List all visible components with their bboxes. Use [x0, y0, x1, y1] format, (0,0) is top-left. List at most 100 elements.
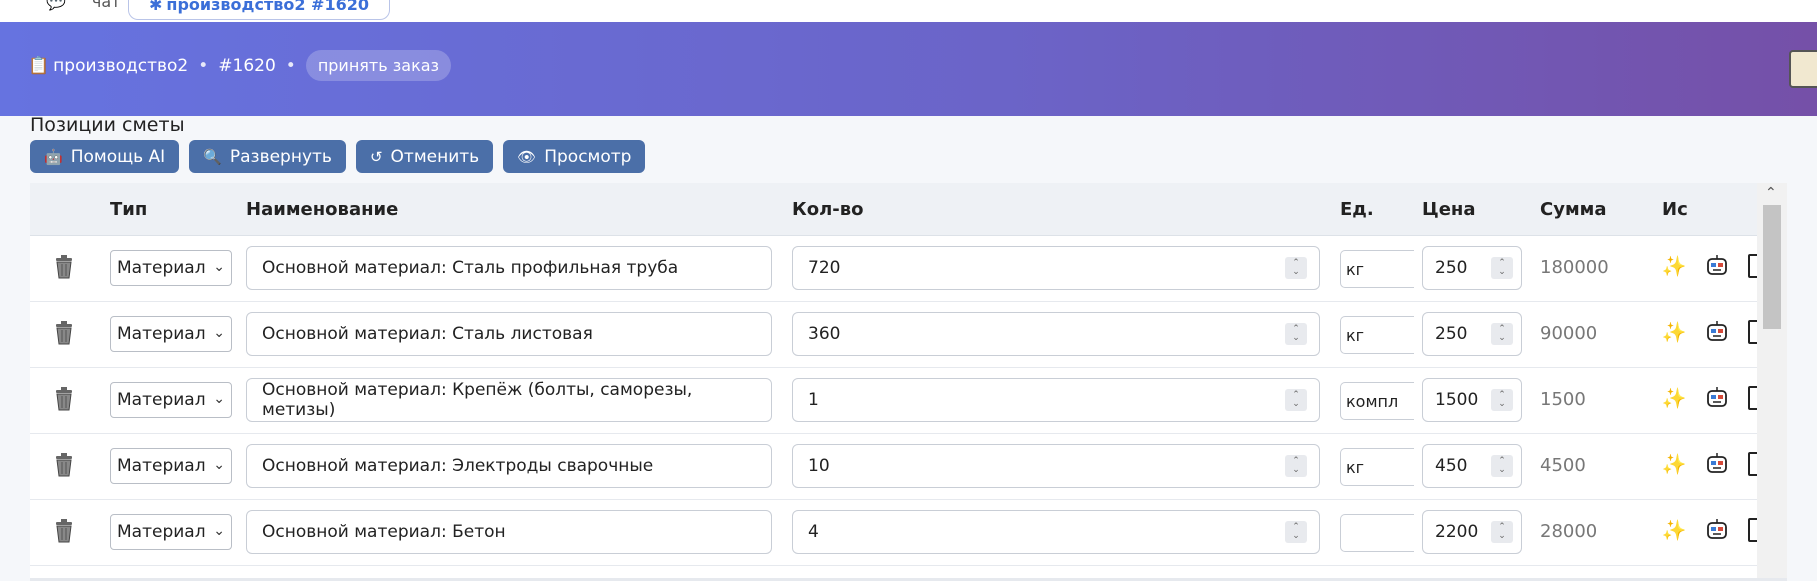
type-value: Материал [117, 390, 206, 410]
row-sum: 28000 [1540, 521, 1598, 542]
type-select[interactable]: Материал ⌄ [110, 250, 232, 286]
tab-active-order[interactable]: ✱ производство2 #1620 [128, 0, 390, 20]
quantity-stepper[interactable]: ⌃ ⌄ [1285, 455, 1307, 477]
price-stepper[interactable]: ⌃ ⌄ [1491, 389, 1513, 411]
price-input[interactable]: 250 ⌃ ⌄ [1422, 246, 1522, 290]
price-input[interactable]: 2200 ⌃ ⌄ [1422, 510, 1522, 554]
preview-button[interactable]: 👁 Просмотр [503, 140, 646, 173]
row-sum: 180000 [1540, 257, 1609, 278]
trash-icon[interactable] [54, 321, 74, 345]
robot-icon[interactable] [1706, 519, 1728, 541]
col-type: Тип [110, 199, 148, 220]
price-input[interactable]: 1500 ⌃ ⌄ [1422, 378, 1522, 422]
trash-icon[interactable] [54, 453, 74, 477]
undo-icon: ↺ [369, 147, 383, 166]
unit-input[interactable]: кг [1340, 250, 1414, 288]
eye-icon: 👁 [517, 147, 537, 166]
trash-icon[interactable] [54, 387, 74, 411]
quantity-value: 1 [808, 390, 819, 410]
quantity-input[interactable]: 10 ⌃ ⌄ [792, 444, 1320, 488]
tab-chat[interactable]: 💬 чат [46, 0, 121, 11]
sparkle-icon[interactable]: ✨ [1662, 452, 1687, 476]
type-value: Материал [117, 324, 206, 344]
quantity-input[interactable]: 1 ⌃ ⌄ [792, 378, 1320, 422]
item-name-input[interactable]: Основной материал: Сталь профильная труб… [246, 246, 772, 290]
price-value: 250 [1435, 324, 1468, 344]
row-actions: ✨ [1662, 254, 1772, 278]
separator-dot: • [285, 55, 296, 76]
type-select[interactable]: Материал ⌄ [110, 316, 232, 352]
price-input[interactable]: 450 ⌃ ⌄ [1422, 444, 1522, 488]
quantity-stepper[interactable]: ⌃ ⌄ [1285, 521, 1307, 543]
col-price: Цена [1422, 199, 1476, 220]
scrollbar-thumb[interactable] [1763, 205, 1781, 329]
quantity-input[interactable]: 360 ⌃ ⌄ [792, 312, 1320, 356]
sparkle-icon[interactable]: ✨ [1662, 254, 1687, 278]
robot-icon[interactable] [1706, 453, 1728, 475]
expand-label: Развернуть [229, 146, 332, 167]
estimate-toolbar: 🤖 Помощь AI 🔍 Развернуть ↺ Отменить 👁 Пр… [30, 140, 646, 173]
price-stepper[interactable]: ⌃ ⌄ [1491, 323, 1513, 345]
undo-label: Отменить [390, 146, 480, 167]
sparkle-icon[interactable]: ✨ [1662, 386, 1687, 410]
robot-icon[interactable] [1706, 255, 1728, 277]
item-name-input[interactable]: Основной материал: Сталь листовая [246, 312, 772, 356]
trash-icon[interactable] [54, 519, 74, 543]
price-input[interactable]: 250 ⌃ ⌄ [1422, 312, 1522, 356]
accept-order-button[interactable]: принять заказ [305, 50, 452, 81]
chat-icon: 💬 [46, 0, 66, 11]
unit-input[interactable]: компл [1340, 382, 1414, 420]
col-qty: Кол-во [792, 199, 864, 220]
quantity-stepper[interactable]: ⌃ ⌄ [1285, 389, 1307, 411]
robot-icon[interactable] [1706, 387, 1728, 409]
clipboard-icon[interactable] [1789, 50, 1817, 88]
table-scrollbar[interactable]: ⌃ [1757, 183, 1787, 581]
row-actions: ✨ [1662, 386, 1772, 410]
expand-button[interactable]: 🔍 Развернуть [189, 140, 346, 173]
chevron-down-icon: ⌄ [213, 457, 225, 473]
scroll-up-icon[interactable]: ⌃ [1765, 185, 1777, 201]
price-stepper[interactable]: ⌃ ⌄ [1491, 455, 1513, 477]
type-select[interactable]: Материал ⌄ [110, 448, 232, 484]
row-sum: 90000 [1540, 323, 1598, 344]
price-value: 2200 [1435, 522, 1479, 542]
quantity-stepper[interactable]: ⌃ ⌄ [1285, 257, 1307, 279]
col-name: Наименование [246, 199, 399, 220]
type-select[interactable]: Материал ⌄ [110, 514, 232, 550]
tab-bar: 💬 чат ✱ производство2 #1620 [0, 0, 1817, 22]
type-value: Материал [117, 456, 206, 476]
type-select[interactable]: Материал ⌄ [110, 382, 232, 418]
item-name-input[interactable]: Основной материал: Крепёж (болты, саморе… [246, 378, 772, 422]
robot-icon: 🤖 [44, 147, 63, 166]
quantity-stepper[interactable]: ⌃ ⌄ [1285, 323, 1307, 345]
section-title: Позиции сметы [30, 114, 185, 136]
order-id: #1620 [218, 55, 276, 76]
table-row: Материал ⌄ Основной материал: Крепёж (бо… [30, 367, 1787, 434]
price-value: 1500 [1435, 390, 1479, 410]
sparkle-icon[interactable]: ✨ [1662, 518, 1687, 542]
quantity-value: 4 [808, 522, 819, 542]
unit-input[interactable] [1340, 514, 1414, 552]
undo-button[interactable]: ↺ Отменить [355, 140, 494, 173]
robot-icon[interactable] [1706, 321, 1728, 343]
item-name-input[interactable]: Основной материал: Электроды сварочные [246, 444, 772, 488]
row-sum: 4500 [1540, 455, 1586, 476]
quantity-input[interactable]: 4 ⌃ ⌄ [792, 510, 1320, 554]
item-name-input[interactable]: Основной материал: Бетон [246, 510, 772, 554]
unit-input[interactable]: кг [1340, 316, 1414, 354]
trash-icon[interactable] [54, 255, 74, 279]
clipboard-icon: 📋 [28, 55, 50, 76]
price-stepper[interactable]: ⌃ ⌄ [1491, 257, 1513, 279]
project-name: производство2 [53, 55, 189, 76]
col-sum: Сумма [1540, 199, 1607, 220]
unit-input[interactable]: кг [1340, 448, 1414, 486]
chevron-down-icon: ⌄ [213, 325, 225, 341]
sparkle-icon[interactable]: ✨ [1662, 320, 1687, 344]
table-row: Материал ⌄ Основной материал: Сталь проф… [30, 235, 1787, 302]
quantity-input[interactable]: 720 ⌃ ⌄ [792, 246, 1320, 290]
quantity-value: 720 [808, 258, 841, 278]
table-header: Тип Наименование Кол-во Ед. Цена Сумма И… [30, 183, 1787, 236]
type-value: Материал [117, 522, 206, 542]
ai-help-button[interactable]: 🤖 Помощь AI [30, 140, 180, 173]
price-stepper[interactable]: ⌃ ⌄ [1491, 521, 1513, 543]
